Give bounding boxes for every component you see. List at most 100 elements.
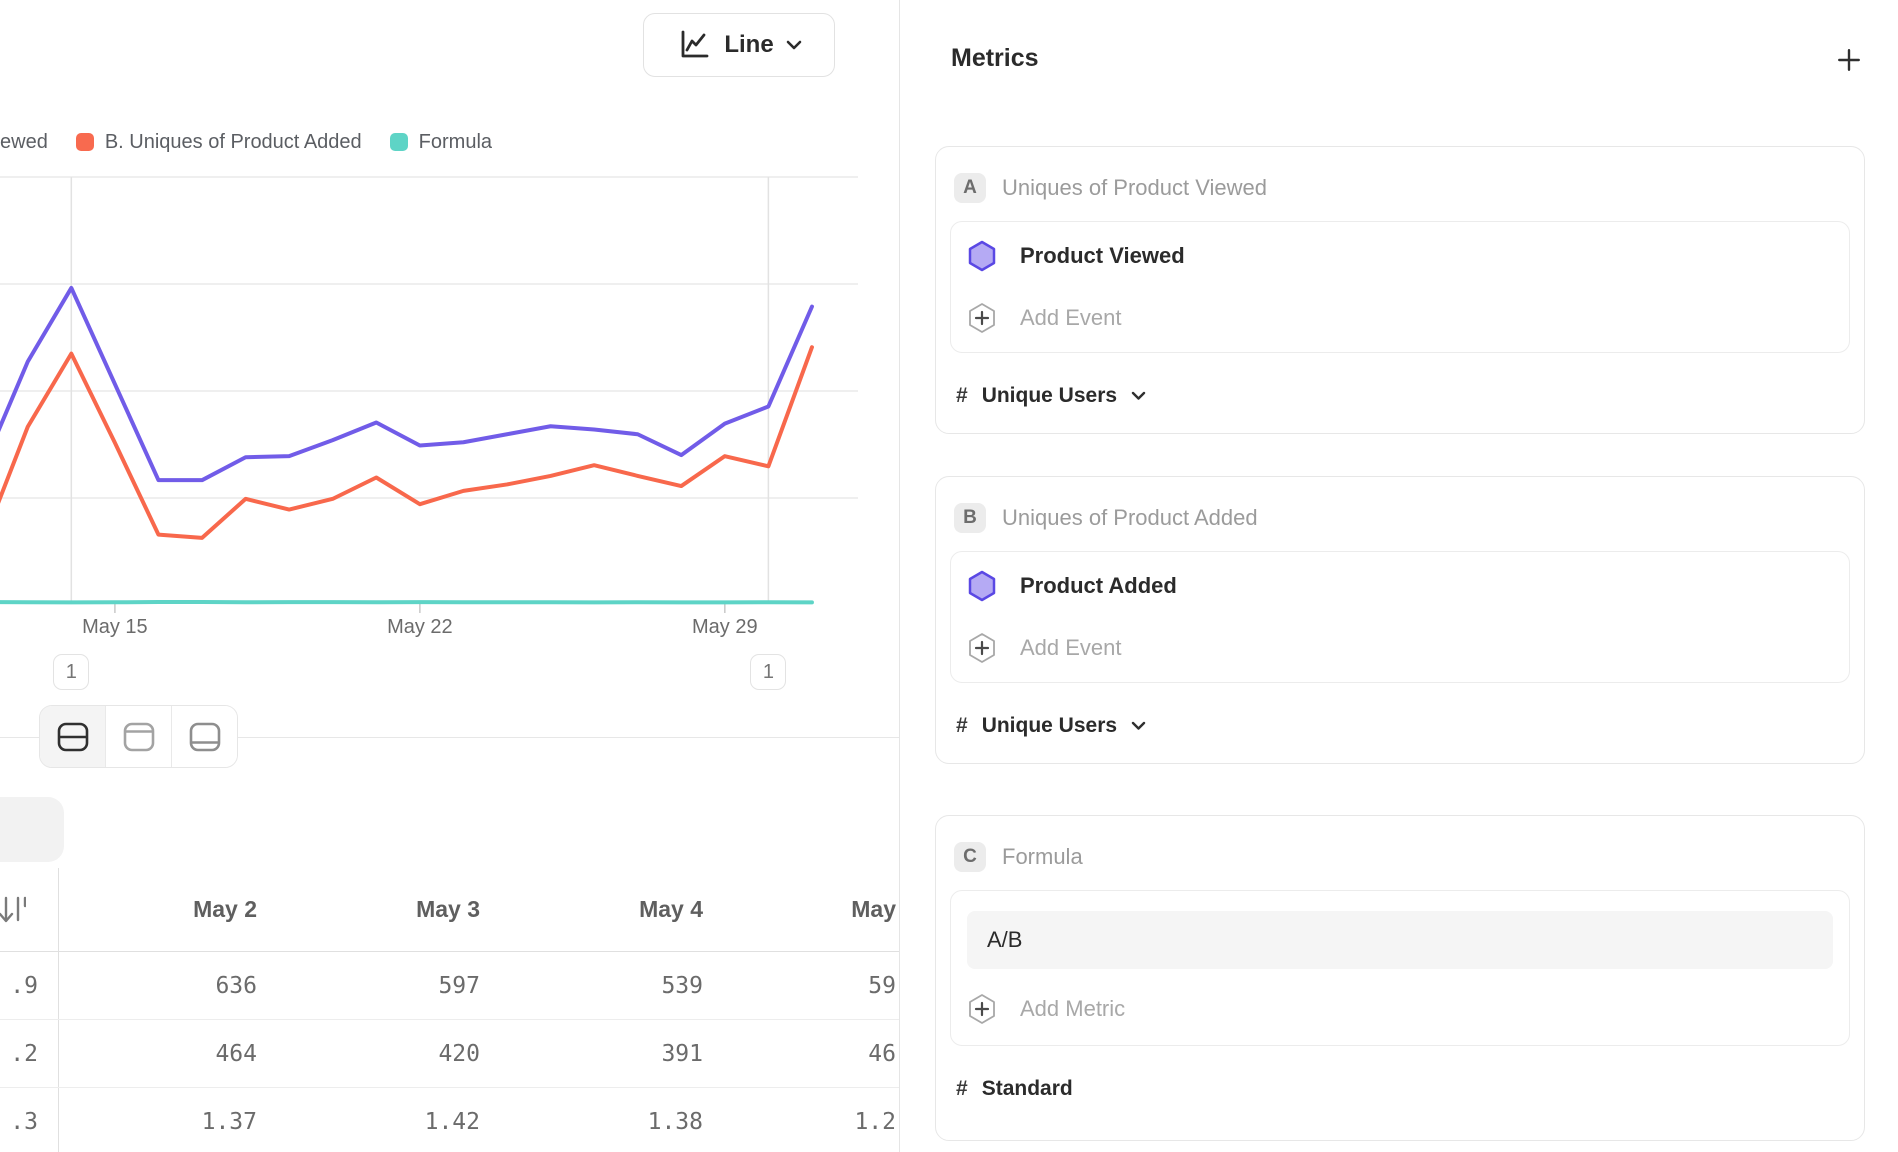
chart-type-dropdown[interactable]: Line xyxy=(643,13,835,77)
measurement-selector[interactable]: # Unique Users xyxy=(950,711,1850,741)
table-cell: 391 xyxy=(505,1041,728,1067)
add-hexagon-icon xyxy=(967,632,997,664)
measurement-selector[interactable]: # Unique Users xyxy=(950,381,1850,411)
add-label: Add Metric xyxy=(1020,996,1125,1022)
layout-option-split-view[interactable] xyxy=(40,706,105,767)
formula-input[interactable]: A/B xyxy=(967,911,1833,969)
chevron-down-icon xyxy=(1131,391,1146,401)
card-inner-box: Product Viewed Add Event xyxy=(950,221,1850,353)
x-axis-label: May 29 xyxy=(665,616,785,639)
metric-card-b: B Uniques of Product Added Product Added Ad… xyxy=(935,476,1865,764)
metrics-panel: Metrics A Uniques of Product Viewed Produc… xyxy=(899,0,1898,1152)
metric-card-title: Uniques of Product Added xyxy=(1002,505,1258,531)
table-cell: 597 xyxy=(282,973,505,999)
number-type-icon: # xyxy=(956,714,968,738)
card-inner-box: Product Added Add Event xyxy=(950,551,1850,683)
column-header[interactable]: May xyxy=(728,896,898,923)
table-cell: 46 xyxy=(728,1041,898,1067)
column-header[interactable]: May 2 xyxy=(59,896,282,923)
insights-report-screen: May 15 May 22 May 29 1 1 Line ewed B. Unique… xyxy=(0,0,1898,1152)
legend-swatch xyxy=(390,133,408,151)
table-row: .31.371.421.381.2 xyxy=(0,1088,899,1152)
legend-label: B. Uniques of Product Added xyxy=(105,131,362,154)
sort-descending-icon xyxy=(0,892,26,928)
row-label-fragment: .3 xyxy=(0,1088,59,1152)
measurement-label: Standard xyxy=(982,1077,1073,1101)
event-hexagon-icon xyxy=(967,240,997,272)
table-cell: 1.37 xyxy=(59,1109,282,1135)
metric-letter-badge: C xyxy=(954,842,986,872)
metric-letter-badge: A xyxy=(954,173,986,203)
measurement-selector[interactable]: # Standard xyxy=(950,1074,1850,1104)
legend-item[interactable]: Formula xyxy=(390,131,492,154)
table-cell: 1.2 xyxy=(728,1109,898,1135)
x-axis-label: May 15 xyxy=(55,616,175,639)
table-cell: 59 xyxy=(728,973,898,999)
card-inner-box: A/B Add Metric xyxy=(950,890,1850,1046)
add-hexagon-icon xyxy=(967,302,997,334)
table-cell: 420 xyxy=(282,1041,505,1067)
metric-letter-badge: B xyxy=(954,503,986,533)
sort-button[interactable] xyxy=(0,868,59,951)
table-cell: 636 xyxy=(59,973,282,999)
measurement-label: Unique Users xyxy=(982,714,1117,738)
add-row[interactable]: Add Event xyxy=(967,632,1833,664)
chart-type-label: Line xyxy=(724,31,773,59)
add-row[interactable]: Add Metric xyxy=(967,993,1833,1025)
chevron-down-icon xyxy=(1131,721,1146,731)
table-cell: 539 xyxy=(505,973,728,999)
legend-label: Formula xyxy=(419,131,492,154)
annotation-badge[interactable]: 1 xyxy=(750,654,786,690)
legend-item[interactable]: B. Uniques of Product Added xyxy=(76,131,362,154)
legend-item[interactable]: ewed xyxy=(0,131,48,154)
chart-legend: ewed B. Uniques of Product Added Formula xyxy=(0,129,492,155)
metric-card-c: C Formula A/B Add Metric # Standard xyxy=(935,815,1865,1141)
column-header[interactable]: May 3 xyxy=(282,896,505,923)
card-title-row: B Uniques of Product Added xyxy=(950,503,1850,533)
layout-option-chart-only[interactable] xyxy=(105,706,171,767)
event-hexagon-icon xyxy=(967,570,997,602)
measurement-label: Unique Users xyxy=(982,384,1117,408)
add-row[interactable]: Add Event xyxy=(967,302,1833,334)
add-metric-button[interactable] xyxy=(1835,46,1863,74)
table-header-row: May 2May 3May 4May xyxy=(0,868,899,952)
add-hexagon-icon xyxy=(967,993,997,1025)
card-title-row: A Uniques of Product Viewed xyxy=(950,173,1850,203)
add-label: Add Event xyxy=(1020,635,1122,661)
table-cell: 1.38 xyxy=(505,1109,728,1135)
event-row[interactable]: Product Added xyxy=(967,570,1833,602)
number-type-icon: # xyxy=(956,384,968,408)
column-header[interactable]: May 4 xyxy=(505,896,728,923)
split-view-icon xyxy=(55,721,91,753)
series-line-b[interactable] xyxy=(0,347,812,539)
table-only-icon xyxy=(187,721,223,753)
table-cell: 1.42 xyxy=(282,1109,505,1135)
legend-swatch xyxy=(76,133,94,151)
breakdown-table: May 2May 3May 4May.963659753959.24644203… xyxy=(0,868,899,1152)
event-name: Product Viewed xyxy=(1020,243,1185,269)
event-name: Product Added xyxy=(1020,573,1177,599)
metrics-panel-title: Metrics xyxy=(951,44,1039,73)
plus-icon xyxy=(1836,47,1862,73)
row-chip-fragment xyxy=(0,797,64,862)
table-row: .246442039146 xyxy=(0,1020,899,1088)
metric-card-title: Formula xyxy=(1002,844,1083,870)
series-line-a[interactable] xyxy=(0,288,812,480)
line-chart-icon xyxy=(676,27,712,63)
legend-label: ewed xyxy=(0,131,48,154)
layout-option-table-only[interactable] xyxy=(171,706,237,767)
add-label: Add Event xyxy=(1020,305,1122,331)
metric-card-a: A Uniques of Product Viewed Product Viewed… xyxy=(935,146,1865,434)
table-row: .963659753959 xyxy=(0,952,899,1020)
card-title-row: C Formula xyxy=(950,842,1850,872)
row-label-fragment: .9 xyxy=(0,952,59,1019)
chart-region: May 15 May 22 May 29 1 1 Line ewed B. Unique… xyxy=(0,0,899,1152)
annotation-badge[interactable]: 1 xyxy=(53,654,89,690)
layout-switcher xyxy=(39,705,238,768)
event-row[interactable]: Product Viewed xyxy=(967,240,1833,272)
chart-only-icon xyxy=(121,721,157,753)
metric-card-title: Uniques of Product Viewed xyxy=(1002,175,1267,201)
row-label-fragment: .2 xyxy=(0,1020,59,1087)
number-type-icon: # xyxy=(956,1077,968,1101)
x-axis-label: May 22 xyxy=(360,616,480,639)
